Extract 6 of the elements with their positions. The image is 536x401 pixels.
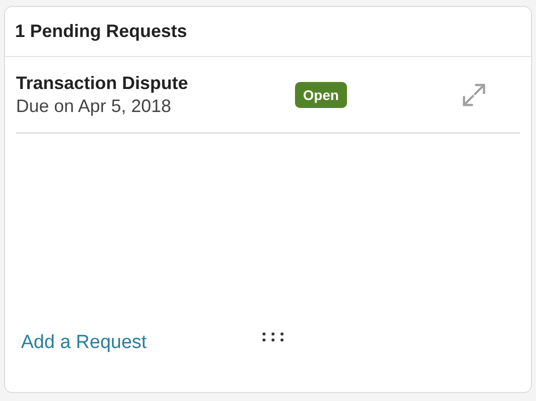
add-request-link[interactable]: Add a Request: [21, 332, 147, 354]
due-date: Due on Apr 5, 2018: [16, 96, 172, 116]
card-title: 1 Pending Requests: [15, 21, 188, 42]
request-title[interactable]: Transaction Dispute: [16, 72, 295, 94]
status-badge: Open: [295, 82, 347, 108]
drag-handle-icon[interactable]: [262, 332, 284, 342]
